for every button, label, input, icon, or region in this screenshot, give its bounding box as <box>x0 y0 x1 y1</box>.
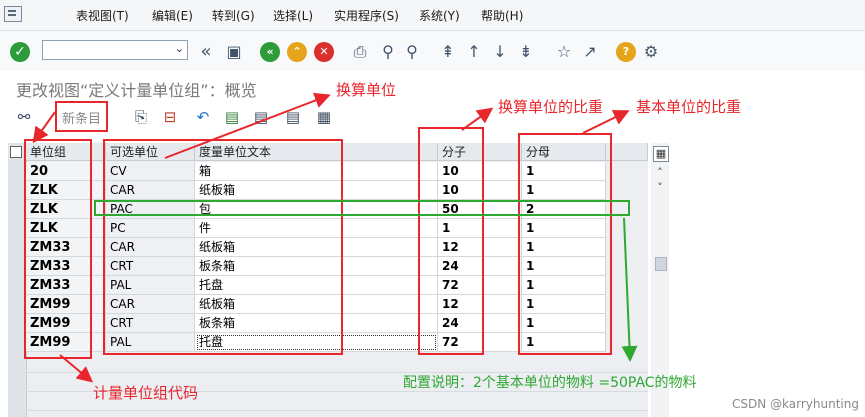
copy-as-icon[interactable]: ⎘ <box>131 107 151 127</box>
label-config-note: 配置说明：2个基本单位的物料 =50PAC的物料 <box>403 375 697 391</box>
help-icon[interactable]: ? <box>616 42 636 62</box>
menu-system[interactable]: 系统(Y) <box>419 7 460 24</box>
alt-unit-highlight <box>103 139 343 355</box>
menu-goto[interactable]: 转到(G) <box>212 7 255 24</box>
next-page-icon[interactable]: ↓ <box>490 42 510 62</box>
label-base-weight: 基本单位的比重 <box>636 98 742 116</box>
deselect-all-icon[interactable]: ▤ <box>283 107 303 127</box>
enter-check-icon[interactable]: ✓ <box>10 42 30 62</box>
cancel-icon[interactable]: ✕ <box>314 42 334 62</box>
new-entries-highlight <box>55 101 108 132</box>
delete-icon[interactable]: ⊟ <box>160 107 180 127</box>
command-field[interactable]: ⌄ <box>42 40 188 60</box>
find-icon[interactable]: ⚲ <box>378 42 398 62</box>
select-all-icon[interactable]: ▤ <box>222 107 242 127</box>
create-session-icon[interactable]: ☆ <box>554 42 574 62</box>
numerator-highlight <box>418 127 484 355</box>
first-page-icon[interactable]: ⇞ <box>438 42 458 62</box>
print-icon[interactable]: ⎙ <box>350 42 370 62</box>
scroll-down-icon[interactable]: ˅ <box>653 181 667 195</box>
shortcut-icon[interactable]: ↗ <box>580 42 600 62</box>
exit-icon[interactable]: ⌃ <box>287 42 307 62</box>
double-left-icon[interactable]: « <box>196 42 216 62</box>
watermark: CSDN @karryhunting <box>732 397 859 411</box>
arrow-to-group-column <box>32 111 56 144</box>
print-field-list-icon[interactable]: ▦ <box>314 107 334 127</box>
column-config-icon[interactable]: ▦ <box>653 146 669 162</box>
undo-icon[interactable]: ↶ <box>193 107 213 127</box>
display-change-icon[interactable]: ⚯ <box>14 107 34 127</box>
system-menu-icon[interactable] <box>4 6 22 22</box>
back-icon[interactable]: « <box>260 42 280 62</box>
previous-page-icon[interactable]: ↑ <box>464 42 484 62</box>
label-group-code: 计量单位组代码 <box>93 384 199 402</box>
page-title: 更改视图“定义计量单位组”：概览 <box>16 81 257 100</box>
table-row-empty[interactable] <box>26 354 648 373</box>
select-all-rows-icon[interactable] <box>10 146 22 158</box>
pac-row-highlight <box>94 200 630 216</box>
label-conversion-weight: 换算单位的比重 <box>498 98 604 116</box>
settings-gear-icon[interactable]: ⚙ <box>641 42 661 62</box>
chevron-down-icon[interactable]: ⌄ <box>175 42 184 55</box>
menu-edit[interactable]: 编辑(E) <box>152 7 193 24</box>
header-filler <box>606 143 648 161</box>
unit-group-highlight <box>24 139 92 359</box>
label-conversion-unit: 换算单位 <box>336 81 397 99</box>
last-page-icon[interactable]: ⇟ <box>516 42 536 62</box>
scroll-thumb[interactable] <box>655 257 667 271</box>
find-next-icon[interactable]: ⚲ <box>402 42 422 62</box>
select-block-icon[interactable]: ▤ <box>251 107 271 127</box>
menu-help[interactable]: 帮助(H) <box>481 7 523 24</box>
scroll-up-icon[interactable]: ˄ <box>653 166 667 180</box>
denominator-highlight <box>518 133 612 355</box>
menu-table-view[interactable]: 表视图(T) <box>76 7 129 24</box>
save-icon[interactable]: ▣ <box>224 42 244 62</box>
menu-selection[interactable]: 选择(L) <box>273 7 313 24</box>
menu-utilities[interactable]: 实用程序(S) <box>334 7 399 24</box>
